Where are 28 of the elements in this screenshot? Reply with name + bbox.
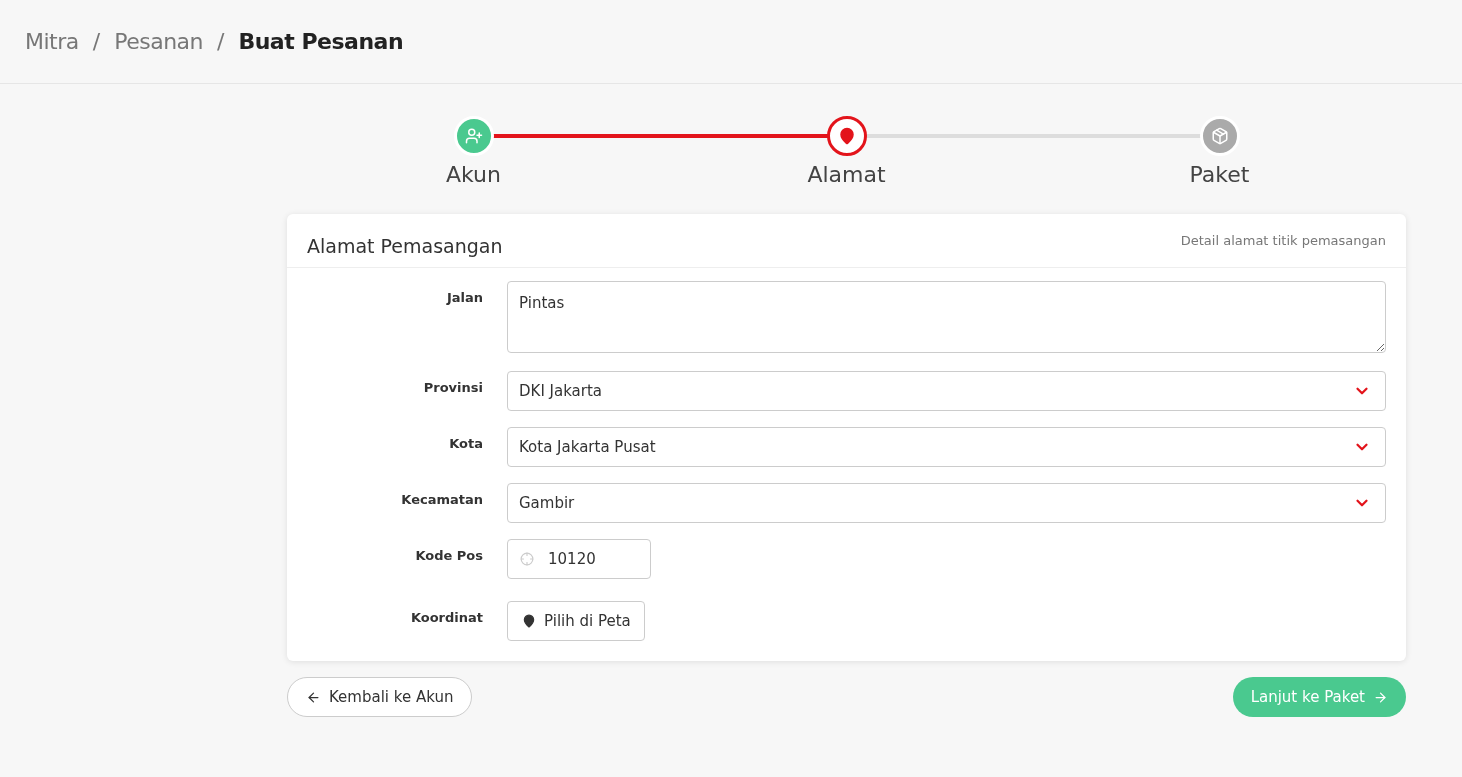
user-plus-icon: [464, 127, 483, 145]
field-label: Koordinat: [409, 609, 483, 625]
breadcrumb-link[interactable]: Pesanan: [114, 29, 203, 54]
map-pin-icon: [837, 127, 856, 145]
breadcrumb-separator: /: [217, 29, 225, 54]
select-field[interactable]: Gambir: [507, 483, 1386, 523]
select-field[interactable]: DKI Jakarta: [507, 371, 1386, 411]
breadcrumb-link[interactable]: Mitra: [25, 29, 79, 54]
postal-code-field[interactable]: 10120: [507, 539, 651, 579]
step-label: Alamat: [807, 162, 886, 187]
arrow-right-icon: [1373, 689, 1388, 705]
breadcrumb-separator: /: [92, 29, 101, 54]
field-label: Jalan: [445, 289, 483, 305]
box-icon: [1210, 127, 1229, 145]
step-label: Paket: [1189, 162, 1250, 187]
field-label: Kecamatan: [400, 491, 483, 507]
field-label: Kota: [448, 435, 483, 451]
field-label: Provinsi: [422, 379, 483, 395]
street-input[interactable]: Pintas: [507, 281, 1386, 353]
map-pin-icon: [522, 614, 536, 628]
back-button[interactable]: Kembali ke Akun: [287, 677, 473, 717]
crosshair-icon: [520, 552, 534, 566]
step-label: Akun: [446, 162, 501, 187]
field-label: Kode Pos: [414, 547, 483, 563]
card-title: Alamat Pemasangan: [307, 233, 503, 257]
card-subtitle: Detail alamat titik pemasangan: [1180, 233, 1386, 248]
select-field[interactable]: Kota Jakarta Pusat: [507, 427, 1386, 467]
pick-on-map-button[interactable]: Pilih di Peta: [507, 601, 645, 641]
